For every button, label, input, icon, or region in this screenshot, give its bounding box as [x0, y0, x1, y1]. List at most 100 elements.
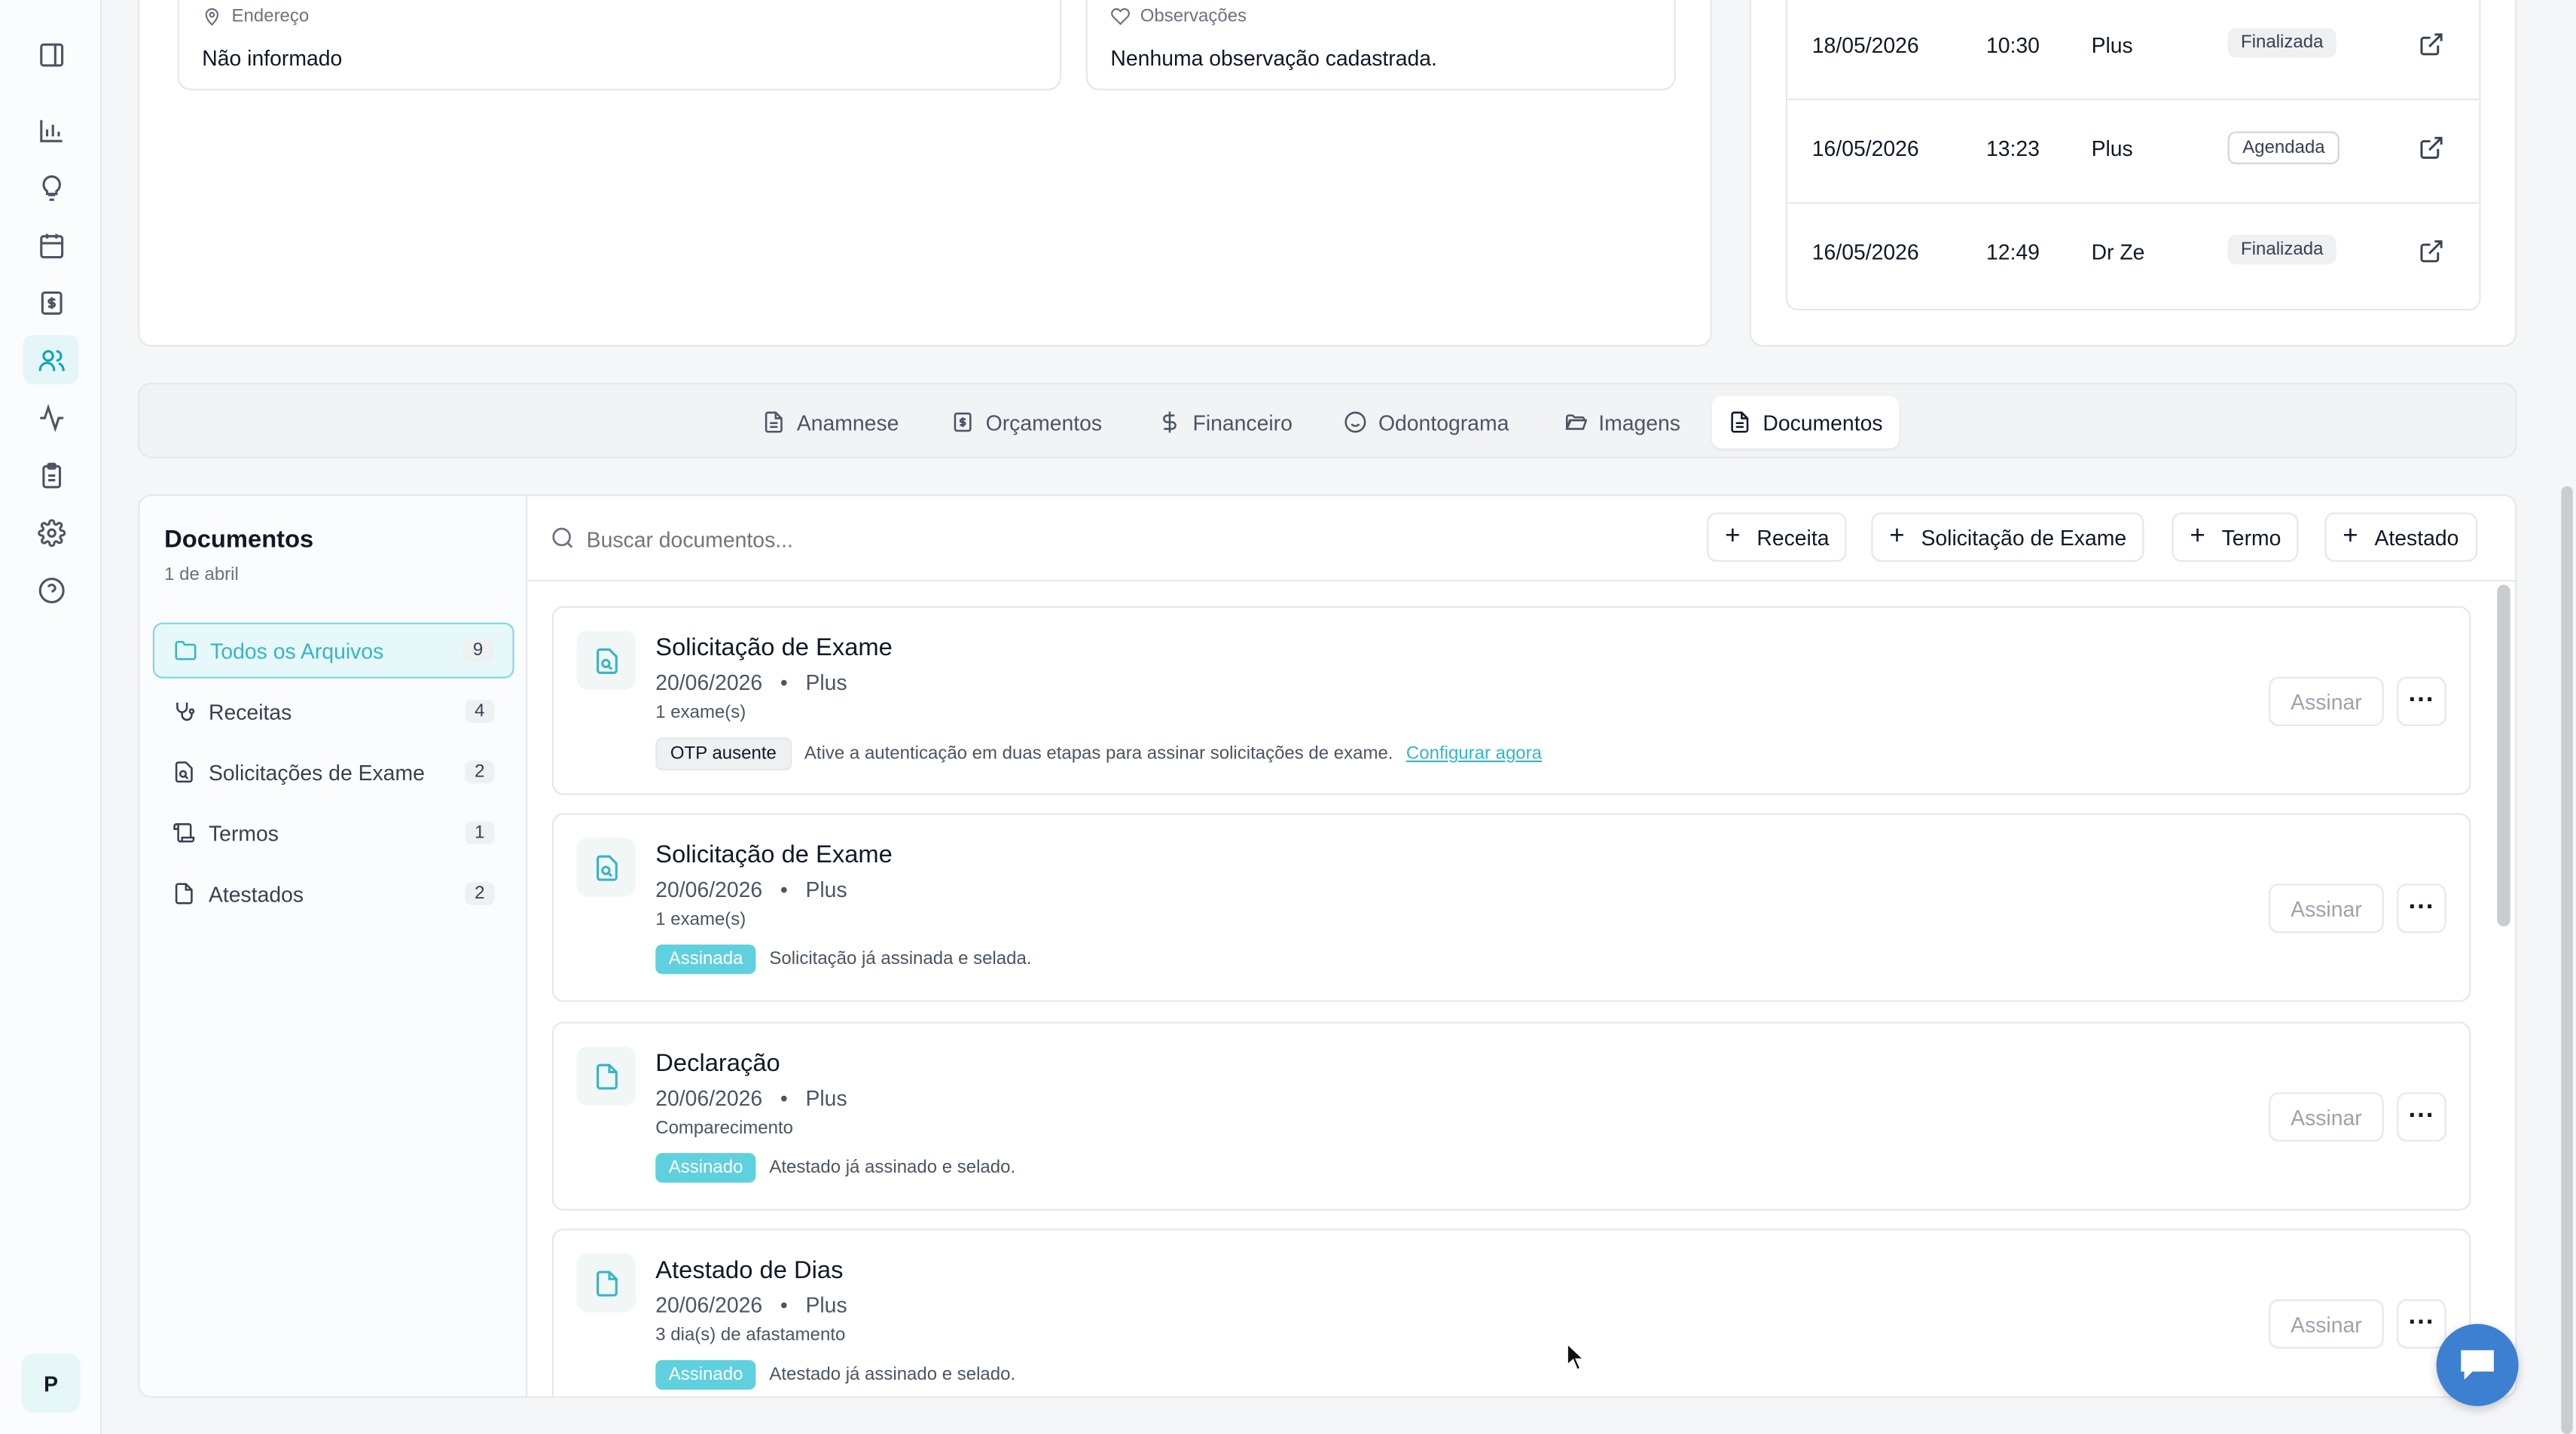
new-exame-button[interactable]: + Solicitação de Exame — [1871, 512, 2145, 562]
document-author: Plus — [805, 1292, 847, 1318]
new-receita-button[interactable]: + Receita — [1707, 512, 1848, 562]
status-message: Solicitação já assinada e selada. — [769, 949, 1032, 969]
lightbulb-icon[interactable] — [23, 163, 79, 212]
category-atestados[interactable]: Atestados 2 — [153, 865, 514, 921]
tab-label: Odontograma — [1378, 410, 1509, 435]
tab-imagens[interactable]: Imagens — [1548, 396, 1697, 449]
category-label: Solicitações de Exame — [209, 759, 425, 785]
appointment-row[interactable]: 16/05/2026 12:49 Dr Ze Finalizada — [1787, 203, 2479, 307]
chart-icon[interactable] — [23, 105, 79, 154]
external-link-icon[interactable] — [2419, 238, 2445, 264]
tab-financeiro[interactable]: Financeiro — [1142, 396, 1309, 449]
appointment-professional: Dr Ze — [2091, 240, 2145, 265]
help-icon[interactable] — [23, 565, 79, 614]
appointment-professional: Plus — [2091, 136, 2133, 161]
category-count: 2 — [464, 882, 495, 905]
patients-icon[interactable] — [23, 334, 79, 385]
appointment-professional: Plus — [2091, 32, 2133, 58]
more-options-icon[interactable]: ··· — [2397, 1299, 2446, 1349]
heart-icon — [1111, 8, 1130, 26]
document-card[interactable]: Solicitação de Exame 20/06/2026 • Plus 1… — [551, 606, 2471, 795]
sign-button[interactable]: Assinar — [2269, 1092, 2384, 1142]
tab-orcamentos[interactable]: Orçamentos — [935, 396, 1119, 449]
category-termos[interactable]: Termos 1 — [153, 805, 514, 861]
mouse-cursor-icon — [1566, 1341, 1586, 1371]
map-pin-icon — [205, 8, 219, 26]
file-search-icon — [175, 761, 193, 783]
category-all-files[interactable]: Todos os Arquivos 9 — [152, 622, 514, 679]
chat-support-button[interactable] — [2436, 1323, 2519, 1406]
appointment-date: 16/05/2026 — [1811, 136, 1919, 161]
document-meta: 20/06/2026 • Plus — [655, 1292, 847, 1317]
tab-label: Documentos — [1763, 410, 1883, 435]
file-text-icon — [765, 411, 783, 433]
document-date: 20/06/2026 — [655, 877, 763, 902]
signed-badge: Assinado — [655, 1359, 756, 1390]
notes-box: Observações Nenhuma observação cadastrad… — [1085, 0, 1676, 90]
page-scrollbar[interactable] — [2561, 486, 2573, 1434]
status-message: Atestado já assinado e selado. — [769, 1365, 1016, 1385]
documents-title: Documentos — [164, 525, 314, 554]
category-count: 4 — [464, 700, 495, 723]
document-subtitle: 3 dia(s) de afastamento — [655, 1326, 846, 1346]
calendar-icon[interactable] — [23, 220, 79, 269]
appointment-time: 13:23 — [1985, 136, 2040, 161]
address-box: Endereço Não informado — [177, 0, 1062, 90]
plus-icon: + — [2343, 522, 2358, 551]
document-meta: 20/06/2026 • Plus — [655, 670, 847, 695]
more-options-icon[interactable]: ··· — [2397, 883, 2446, 933]
stethoscope-icon — [176, 702, 195, 722]
document-card[interactable]: Solicitação de Exame 20/06/2026 • Plus 1… — [551, 813, 2471, 1002]
plus-icon: + — [1889, 522, 1905, 551]
external-link-icon[interactable] — [2419, 31, 2445, 57]
address-label: Endereço — [231, 6, 310, 26]
status-badge: Agendada — [2227, 131, 2340, 165]
folder-icon — [175, 640, 197, 661]
document-date: 20/06/2026 — [655, 1292, 763, 1318]
category-count: 1 — [464, 821, 495, 845]
documents-scrollbar[interactable] — [2497, 584, 2510, 927]
separator: • — [780, 877, 788, 902]
new-atestado-button[interactable]: + Atestado — [2324, 512, 2477, 562]
sign-button[interactable]: Assinar — [2269, 883, 2384, 933]
category-receitas[interactable]: Receitas 4 — [153, 683, 514, 739]
sign-button[interactable]: Assinar — [2269, 1299, 2384, 1349]
tab-odontograma[interactable]: Odontograma — [1327, 396, 1525, 449]
more-options-icon[interactable]: ··· — [2397, 676, 2446, 726]
status-badge: Finalizada — [2227, 234, 2336, 265]
document-meta: 20/06/2026 • Plus — [655, 877, 847, 902]
otp-badge: OTP ausente — [655, 737, 792, 770]
document-card[interactable]: Atestado de Dias 20/06/2026 • Plus 3 dia… — [551, 1228, 2471, 1396]
category-label: Atestados — [209, 881, 304, 906]
new-termo-button[interactable]: + Termo — [2172, 512, 2300, 562]
gear-icon[interactable] — [23, 508, 79, 557]
appointment-row[interactable]: 16/05/2026 13:23 Plus Agendada — [1787, 100, 2480, 204]
more-options-icon[interactable]: ··· — [2397, 1092, 2446, 1142]
sign-button[interactable]: Assinar — [2269, 676, 2384, 726]
search-input[interactable] — [586, 519, 1211, 559]
address-value: Não informado — [202, 46, 343, 71]
receipt-icon — [954, 412, 972, 432]
file-search-icon — [576, 838, 636, 897]
patient-info-card: Endereço Não informado Observações Nenhu… — [138, 0, 1712, 347]
documents-toolbar: + Receita + Solicitação de Exame + Termo… — [527, 496, 2516, 582]
documents-subtitle: 1 de abril — [164, 565, 239, 585]
panel-toggle-icon[interactable] — [23, 29, 79, 78]
tab-documentos[interactable]: Documentos — [1711, 395, 1900, 449]
appointment-time: 10:30 — [1985, 32, 2040, 58]
category-solicitacoes[interactable]: Solicitações de Exame 2 — [153, 744, 514, 800]
billing-icon[interactable] — [23, 278, 79, 327]
document-date: 20/06/2026 — [655, 670, 763, 695]
external-link-icon[interactable] — [2419, 135, 2445, 161]
clipboard-icon[interactable] — [23, 450, 79, 499]
document-author: Plus — [805, 877, 847, 902]
tab-anamnese[interactable]: Anamnese — [746, 396, 915, 449]
activity-icon[interactable] — [23, 392, 79, 441]
status-message: Atestado já assinado e selado. — [769, 1158, 1016, 1178]
user-avatar[interactable]: P — [21, 1353, 81, 1413]
document-title: Atestado de Dias — [655, 1256, 844, 1285]
document-card[interactable]: Declaração 20/06/2026 • Plus Comparecime… — [551, 1021, 2471, 1211]
configure-link[interactable]: Configurar agora — [1406, 744, 1542, 764]
separator: • — [780, 1085, 788, 1111]
appointment-row[interactable]: 18/05/2026 10:30 Plus Finalizada — [1787, 0, 2480, 101]
